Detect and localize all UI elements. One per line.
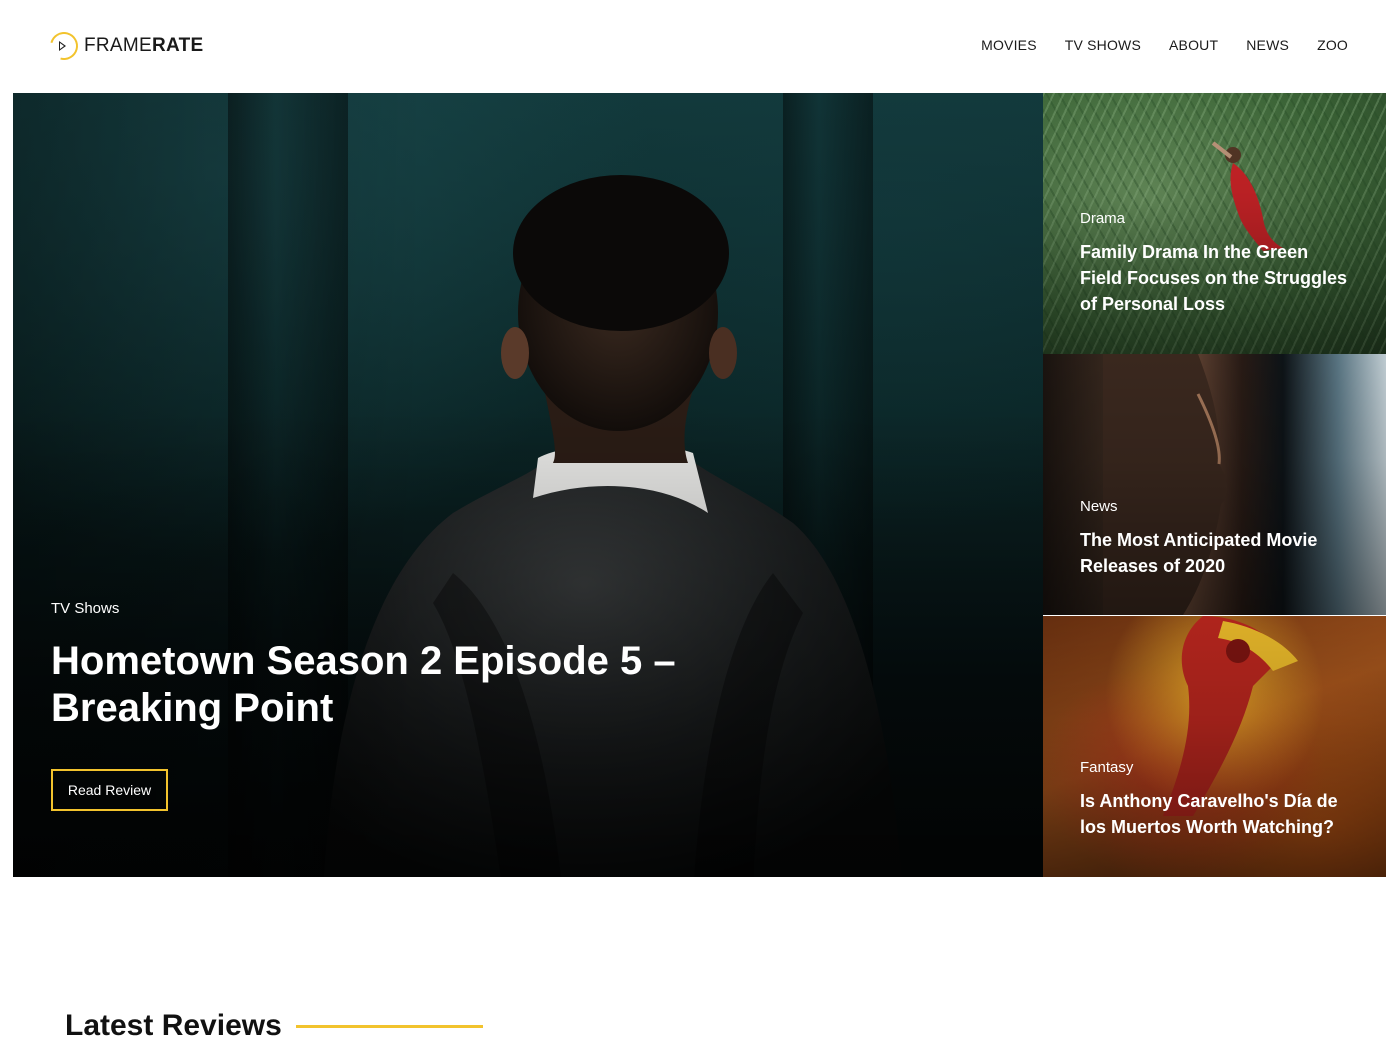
nav-item-about[interactable]: ABOUT (1169, 37, 1218, 53)
play-triangle-icon (59, 41, 66, 51)
side-post-category[interactable]: News (1080, 498, 1118, 515)
side-post-card[interactable]: Fantasy Is Anthony Caravelho's Día de lo… (1043, 616, 1386, 877)
site-logo-text: FRAMERATE (84, 35, 204, 56)
latest-reviews-heading: Latest Reviews (65, 1008, 483, 1044)
section-title: Latest Reviews (65, 1009, 282, 1042)
side-post-category[interactable]: Drama (1080, 210, 1125, 227)
nav-item-movies[interactable]: MOVIES (981, 37, 1037, 53)
site-header: FRAMERATE MOVIES TV SHOWS ABOUT NEWS ZOO (0, 0, 1400, 93)
main-nav: MOVIES TV SHOWS ABOUT NEWS ZOO (981, 37, 1348, 53)
section-title-rule (295, 1024, 483, 1028)
hero-title[interactable]: Hometown Season 2 Episode 5 – Breaking P… (51, 638, 691, 732)
site-logo[interactable]: FRAMERATE (44, 26, 204, 66)
nav-item-zoo[interactable]: ZOO (1317, 37, 1348, 53)
hero-feature[interactable]: TV Shows Hometown Season 2 Episode 5 – B… (13, 93, 1043, 877)
read-review-button[interactable]: Read Review (51, 769, 168, 811)
side-post-card[interactable]: News The Most Anticipated Movie Releases… (1043, 354, 1386, 615)
side-post-card[interactable]: Drama Family Drama In the Green Field Fo… (1043, 93, 1386, 354)
side-post-title[interactable]: Is Anthony Caravelho's Día de los Muerto… (1080, 788, 1355, 840)
side-post-category[interactable]: Fantasy (1080, 759, 1133, 776)
side-post-title[interactable]: The Most Anticipated Movie Releases of 2… (1080, 527, 1355, 579)
hero-category[interactable]: TV Shows (51, 600, 119, 617)
side-post-title[interactable]: Family Drama In the Green Field Focuses … (1080, 239, 1355, 317)
nav-item-news[interactable]: NEWS (1246, 37, 1289, 53)
hero-overlay (13, 93, 1043, 877)
nav-item-tv-shows[interactable]: TV SHOWS (1065, 37, 1141, 53)
featured-side-posts: Drama Family Drama In the Green Field Fo… (1043, 93, 1386, 877)
